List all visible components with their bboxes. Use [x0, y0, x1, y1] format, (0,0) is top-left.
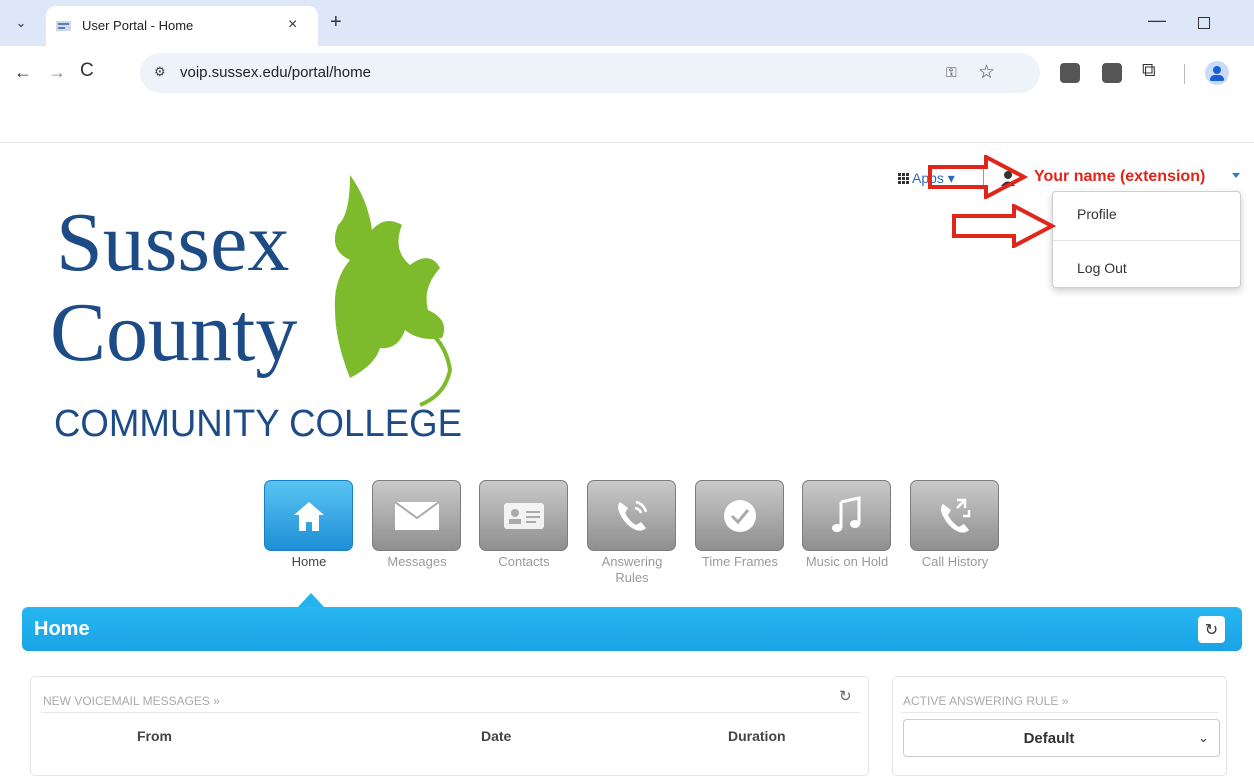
nav-home[interactable]: Home — [264, 480, 354, 570]
reload-icon[interactable]: C — [80, 60, 94, 82]
user-dropdown-menu: Profile Log Out — [1052, 191, 1241, 288]
section-header-bar: Home ↻ — [22, 607, 1242, 651]
extension-icon[interactable] — [1102, 63, 1122, 83]
logo-text-sussex: Sussex — [56, 196, 289, 289]
tab-close-icon[interactable]: × — [288, 16, 297, 34]
panel-divider — [41, 712, 860, 713]
page-divider — [0, 142, 1254, 143]
chevron-down-icon: ⌄ — [1198, 730, 1209, 745]
answering-rule-value: Default — [1023, 730, 1075, 747]
extension-icon[interactable] — [1060, 63, 1080, 83]
envelope-icon — [393, 500, 440, 530]
nav-messages[interactable]: Messages — [372, 480, 462, 570]
clock-icon — [723, 499, 756, 532]
refresh-button[interactable]: ↻ — [1198, 616, 1225, 643]
voicemail-panel-title[interactable]: NEW VOICEMAIL MESSAGES » — [43, 694, 220, 708]
annotation-arrow-icon — [952, 204, 1056, 248]
tab-search-chevron-icon[interactable]: ⌄ — [10, 12, 32, 34]
browser-tab[interactable]: User Portal - Home × — [46, 6, 318, 46]
menu-item-logout[interactable]: Log Out — [1077, 260, 1127, 276]
extensions-puzzle-icon[interactable]: ⧉ — [1142, 60, 1156, 82]
browser-toolbar: ← → C ⚙ voip.sussex.edu/portal/home ⚿ ☆ … — [0, 46, 1254, 102]
nav-label: Time Frames — [701, 554, 779, 569]
back-arrow-icon[interactable]: ← — [14, 62, 32, 83]
profile-avatar-icon[interactable] — [1205, 61, 1229, 85]
nav-label: Music on Hold — [805, 554, 889, 569]
panel-divider — [901, 712, 1218, 713]
nav-contacts[interactable]: Contacts — [479, 480, 569, 570]
toolbar-divider — [1184, 64, 1185, 84]
nav-label: Contacts — [498, 554, 550, 569]
password-key-icon[interactable]: ⚿ — [946, 64, 957, 81]
browser-tab-strip: ⌄ User Portal - Home × + — — [0, 0, 1254, 46]
column-header-from[interactable]: From — [137, 728, 172, 744]
window-maximize-button[interactable] — [1198, 17, 1210, 29]
column-header-duration[interactable]: Duration — [728, 728, 786, 744]
answering-rule-select[interactable]: Default ⌄ — [903, 719, 1220, 757]
column-header-date[interactable]: Date — [481, 728, 511, 744]
new-tab-button[interactable]: + — [330, 11, 342, 34]
window-minimize-button[interactable]: — — [1148, 10, 1166, 31]
menu-item-profile[interactable]: Profile — [1077, 206, 1117, 222]
user-menu-toggle[interactable]: Your name (extension) — [1034, 168, 1205, 186]
voicemail-panel: NEW VOICEMAIL MESSAGES » ↻ From Date Dur… — [30, 676, 869, 776]
nav-music-on-hold[interactable]: Music on Hold — [802, 480, 892, 570]
home-icon — [293, 501, 324, 531]
nav-label: Call History — [921, 554, 989, 569]
contact-card-icon — [503, 502, 544, 529]
section-title: Home — [34, 618, 90, 640]
address-bar[interactable]: ⚙ voip.sussex.edu/portal/home ⚿ ☆ — [140, 53, 1040, 93]
site-info-icon[interactable]: ⚙ — [154, 64, 166, 80]
nav-answering-rules[interactable]: Answering Rules — [587, 480, 677, 586]
refresh-icon[interactable]: ↻ — [839, 687, 852, 705]
nav-time-frames[interactable]: Time Frames — [695, 480, 785, 570]
nav-label: Answering Rules — [601, 554, 663, 585]
url-text[interactable]: voip.sussex.edu/portal/home — [180, 64, 371, 81]
grid-icon — [898, 173, 909, 184]
portal-favicon-icon — [56, 21, 71, 31]
logo-text-college: COMMUNITY COLLEGE — [54, 403, 462, 445]
college-logo: Sussex County COMMUNITY COLLEGE — [50, 175, 462, 445]
nav-label: Messages — [387, 554, 447, 569]
active-tab-pointer — [297, 593, 325, 608]
bookmark-star-icon[interactable]: ☆ — [978, 61, 995, 84]
answering-rule-panel: ACTIVE ANSWERING RULE » Default ⌄ — [892, 676, 1227, 776]
nav-label: Home — [291, 554, 327, 569]
phone-arrows-icon — [940, 498, 970, 533]
music-note-icon — [831, 495, 860, 532]
answering-rule-panel-title[interactable]: ACTIVE ANSWERING RULE » — [903, 694, 1068, 708]
forward-arrow-icon[interactable]: → — [48, 62, 66, 83]
phone-ringing-icon — [617, 500, 647, 531]
annotation-arrow-icon — [928, 155, 1028, 199]
nav-call-history[interactable]: Call History — [910, 480, 1000, 570]
user-menu-caret-icon[interactable] — [1232, 173, 1240, 178]
logo-text-county: County — [50, 286, 297, 379]
menu-divider — [1053, 240, 1240, 241]
tab-title: User Portal - Home — [82, 18, 194, 33]
